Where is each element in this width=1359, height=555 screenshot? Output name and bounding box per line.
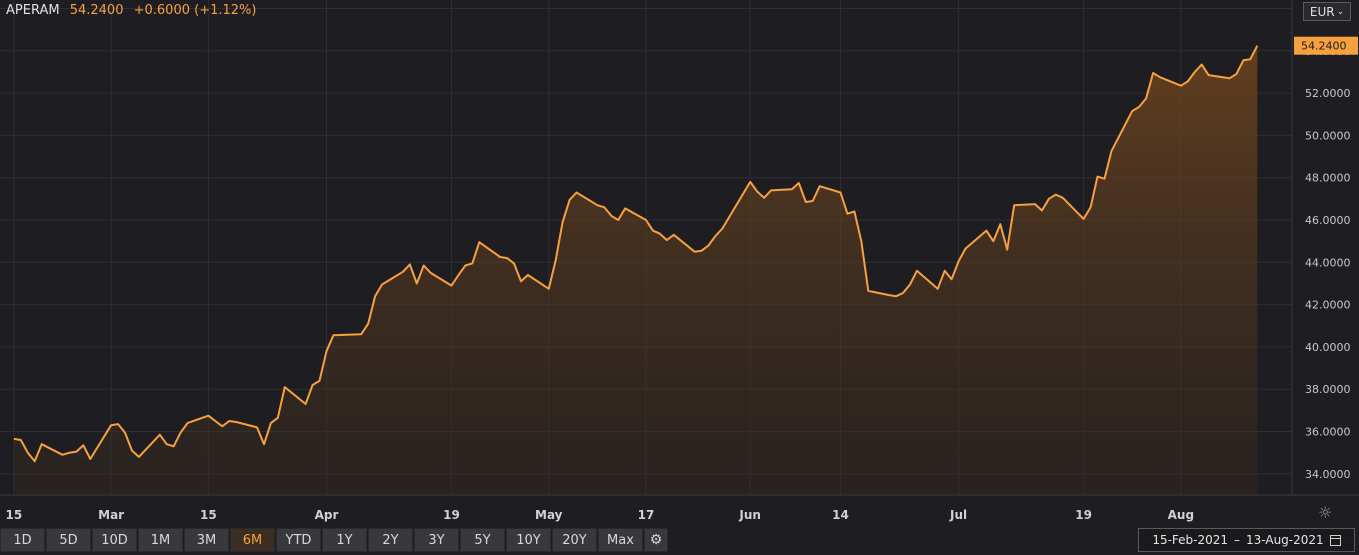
x-tick-label: Jun	[738, 508, 761, 522]
chart-svg[interactable]: 34.0000 36.0000 38.0000 40.0000 42.0000 44.00…	[0, 0, 1359, 555]
x-tick-label: 14	[832, 508, 849, 522]
price-change-pct: (+1.12%)	[194, 3, 257, 18]
x-tick-label: 15	[200, 508, 217, 522]
currency-select[interactable]: EUR ⌄	[1303, 2, 1351, 21]
range-button-max[interactable]: Max	[598, 528, 643, 552]
calendar-icon	[1329, 534, 1341, 546]
x-tick-label: 19	[1075, 508, 1092, 522]
range-button-10y[interactable]: 10Y	[506, 528, 551, 552]
x-tick-label: Jul	[949, 508, 967, 522]
y-tick-label: 50.0000	[1305, 129, 1351, 142]
range-button-10d[interactable]: 10D	[92, 528, 137, 552]
range-button-1m[interactable]: 1M	[138, 528, 183, 552]
date-range-start: 15-Feb-2021	[1152, 533, 1229, 547]
price-change: +0.6000	[133, 3, 190, 18]
x-tick-label: Mar	[98, 508, 124, 522]
x-tick-label: 17	[638, 508, 655, 522]
y-tick-label: 44.0000	[1305, 256, 1351, 269]
price-area	[13, 45, 1258, 495]
x-tick-label: 15	[6, 508, 23, 522]
y-tick-label: 36.0000	[1305, 426, 1351, 439]
range-button-3y[interactable]: 3Y	[414, 528, 459, 552]
range-button-20y[interactable]: 20Y	[552, 528, 597, 552]
x-tick-label: Apr	[315, 508, 339, 522]
last-value-label: 54.2400	[1301, 40, 1347, 53]
date-range-separator: –	[1234, 533, 1241, 547]
y-tick-label: 42.0000	[1305, 299, 1351, 312]
range-button-3m[interactable]: 3M	[184, 528, 229, 552]
date-range-picker[interactable]: 15-Feb-2021 – 13-Aug-2021	[1138, 528, 1355, 552]
symbol-label: APERAM	[6, 3, 60, 18]
y-tick-label: 34.0000	[1305, 468, 1351, 481]
y-tick-label: 38.0000	[1305, 383, 1351, 396]
y-tick-label: 40.0000	[1305, 341, 1351, 354]
range-button-5d[interactable]: 5D	[46, 528, 91, 552]
range-toolbar: 1D 5D 10D 1M 3M 6M YTD 1Y 2Y 3Y 5Y 10Y 20Y Max ⚙	[0, 528, 668, 552]
currency-label: EUR	[1309, 4, 1335, 19]
range-button-5y[interactable]: 5Y	[460, 528, 505, 552]
range-button-6m[interactable]: 6M	[230, 528, 275, 552]
x-tick-label: Aug	[1168, 508, 1194, 522]
y-tick-label: 48.0000	[1305, 172, 1351, 185]
range-button-1y[interactable]: 1Y	[322, 528, 367, 552]
range-button-1d[interactable]: 1D	[0, 528, 45, 552]
quote-header: APERAM 54.2400 +0.6000 (+1.12%)	[6, 3, 256, 18]
x-tick-label: May	[535, 508, 563, 522]
chevron-down-icon: ⌄	[1336, 6, 1345, 17]
y-tick-label: 46.0000	[1305, 214, 1351, 227]
range-button-2y[interactable]: 2Y	[368, 528, 413, 552]
y-tick-label: 52.0000	[1305, 87, 1351, 100]
chart-settings-icon[interactable]: ☼	[1318, 503, 1332, 522]
gear-icon[interactable]: ⚙	[644, 528, 668, 552]
date-range-end: 13-Aug-2021	[1246, 533, 1324, 547]
range-button-ytd[interactable]: YTD	[276, 528, 321, 552]
last-price: 54.2400	[69, 3, 124, 18]
x-tick-label: 19	[443, 508, 460, 522]
